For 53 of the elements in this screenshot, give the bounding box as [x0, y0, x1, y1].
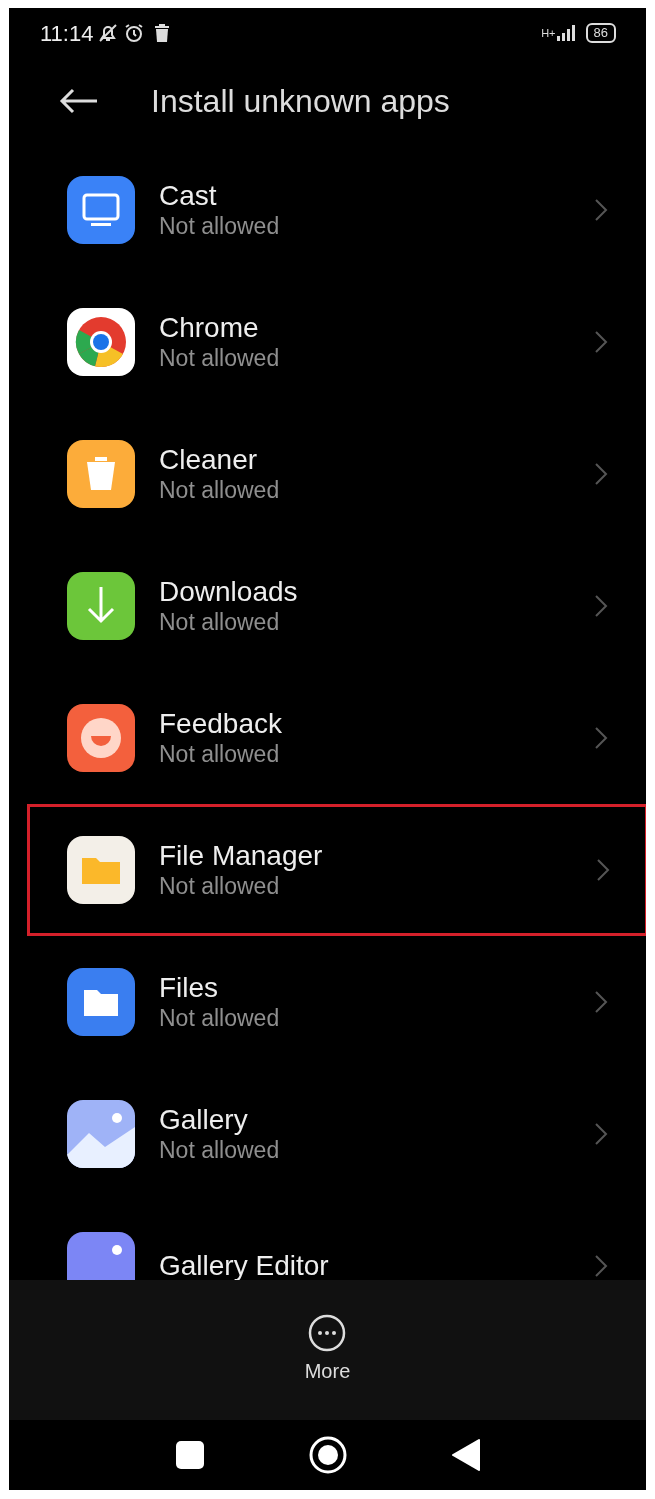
more-button[interactable]: More	[304, 1314, 351, 1386]
chevron-icon	[594, 462, 608, 486]
app-name: Cast	[159, 178, 218, 213]
app-row[interactable]: Cleaner Not allowed	[9, 408, 646, 540]
trash-icon	[67, 440, 135, 508]
signal-icon	[555, 25, 578, 41]
clock-time: 11:14	[40, 19, 94, 48]
image-icon	[67, 1232, 135, 1280]
page-title: Install unknown apps	[151, 82, 450, 121]
app-status: Not allowed	[159, 872, 281, 902]
muted-bell-icon	[97, 22, 120, 44]
app-status: Not allowed	[159, 344, 281, 374]
app-name: Cleaner	[159, 442, 259, 477]
folder-icon	[67, 836, 135, 904]
chevron-icon	[594, 198, 608, 222]
monitor-icon	[67, 176, 135, 244]
network-type: H+	[541, 27, 556, 39]
smiley-icon	[67, 704, 135, 772]
chevron-icon	[594, 330, 608, 354]
app-row[interactable]: Gallery Not allowed	[9, 1068, 646, 1200]
chevron-icon	[596, 858, 610, 882]
back-icon[interactable]	[59, 88, 99, 114]
chevron-icon	[594, 594, 608, 618]
download-icon	[67, 572, 135, 640]
chevron-icon	[594, 726, 608, 750]
trash-icon	[153, 23, 172, 43]
battery-level: 86	[585, 23, 616, 43]
home-icon[interactable]	[308, 1436, 347, 1474]
app-status: Not allowed	[159, 740, 281, 770]
app-name: Chrome	[159, 310, 260, 345]
chevron-icon	[594, 1254, 608, 1278]
app-row[interactable]: Files Not allowed	[9, 936, 646, 1068]
image-icon	[67, 1100, 135, 1168]
app-status: Not allowed	[159, 212, 281, 242]
app-row[interactable]: Feedback Not allowed	[9, 672, 646, 804]
app-status: Not allowed	[159, 476, 281, 506]
app-row[interactable]: Cast Not allowed	[9, 144, 646, 276]
app-status: Not allowed	[159, 1136, 281, 1166]
app-row[interactable]: Downloads Not allowed	[9, 540, 646, 672]
recents-icon[interactable]	[175, 1441, 204, 1469]
chevron-icon	[594, 1122, 608, 1146]
chevron-icon	[594, 990, 608, 1014]
highlighted-app-row[interactable]: File Manager Not allowed	[27, 804, 646, 936]
app-name: Files	[159, 970, 220, 1005]
app-name: File Manager	[159, 838, 324, 873]
browser-icon	[67, 308, 135, 376]
app-status: Not allowed	[159, 1004, 281, 1034]
app-name: Downloads	[159, 574, 299, 609]
app-row[interactable]: Chrome Not allowed	[9, 276, 646, 408]
app-name: Feedback	[159, 706, 283, 741]
app-name: Gallery	[159, 1102, 249, 1137]
app-status: Not allowed	[159, 608, 281, 638]
folder-icon	[67, 968, 135, 1036]
